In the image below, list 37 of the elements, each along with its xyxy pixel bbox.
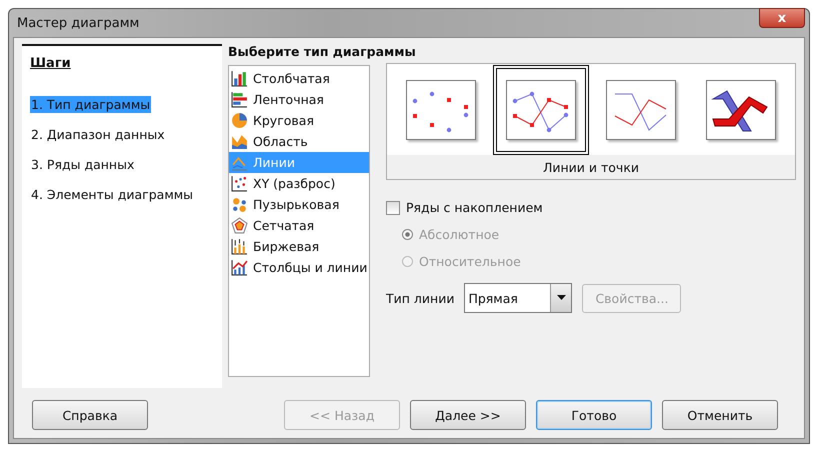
chart-type-item[interactable]: Пузырьковая bbox=[229, 194, 369, 215]
line-type-label: Тип линии bbox=[386, 290, 454, 306]
step-item[interactable]: 2. Диапазон данных bbox=[30, 126, 166, 143]
chart-type-item[interactable]: Биржевая bbox=[229, 236, 369, 257]
section-heading: Выберите тип диаграммы bbox=[228, 44, 417, 59]
variant-option[interactable] bbox=[493, 65, 589, 155]
chart-type-item[interactable]: Столбцы и линии bbox=[229, 257, 369, 278]
chart-type-item[interactable]: XY (разброс) bbox=[229, 173, 369, 194]
window-title: Мастер диаграмм bbox=[16, 16, 140, 30]
scatter-chart-icon bbox=[231, 175, 248, 192]
line-type-dropdown[interactable]: Прямая bbox=[464, 283, 572, 313]
step-item[interactable]: 3. Ряды данных bbox=[30, 156, 136, 173]
step-item[interactable]: 4. Элементы диаграммы bbox=[30, 186, 194, 203]
close-button[interactable]: x bbox=[759, 8, 805, 28]
column-chart-icon bbox=[231, 70, 248, 87]
step-item[interactable]: 1. Тип диаграммы bbox=[30, 96, 152, 113]
chart-type-item[interactable]: Ленточная bbox=[229, 89, 369, 110]
variant-caption: Линии и точки bbox=[387, 155, 795, 179]
bar-chart-icon bbox=[231, 91, 248, 108]
dialog-button[interactable]: Отменить bbox=[662, 400, 778, 430]
dropdown-arrow-icon bbox=[556, 295, 566, 301]
chart-type-item[interactable]: Область bbox=[229, 131, 369, 152]
dialog-button[interactable]: Справка bbox=[32, 400, 148, 430]
chart-type-item[interactable]: Круговая bbox=[229, 110, 369, 131]
line-chart-icon bbox=[231, 154, 248, 171]
dialog-button[interactable]: Далее >> bbox=[410, 400, 526, 430]
chart-type-item[interactable]: Столбчатая bbox=[229, 68, 369, 89]
chart-type-item[interactable]: Сетчатая bbox=[229, 215, 369, 236]
stock-chart-icon bbox=[231, 238, 248, 255]
column-line-chart-icon bbox=[231, 259, 248, 276]
pie-chart-icon bbox=[231, 112, 248, 129]
area-chart-icon bbox=[231, 133, 248, 150]
radar-chart-icon bbox=[231, 217, 248, 234]
dialog-button[interactable]: Готово bbox=[536, 400, 652, 430]
stacked-checkbox[interactable]: Ряды с накоплением bbox=[386, 200, 796, 215]
bubble-chart-icon bbox=[231, 196, 248, 213]
steps-heading: Шаги bbox=[30, 56, 72, 71]
